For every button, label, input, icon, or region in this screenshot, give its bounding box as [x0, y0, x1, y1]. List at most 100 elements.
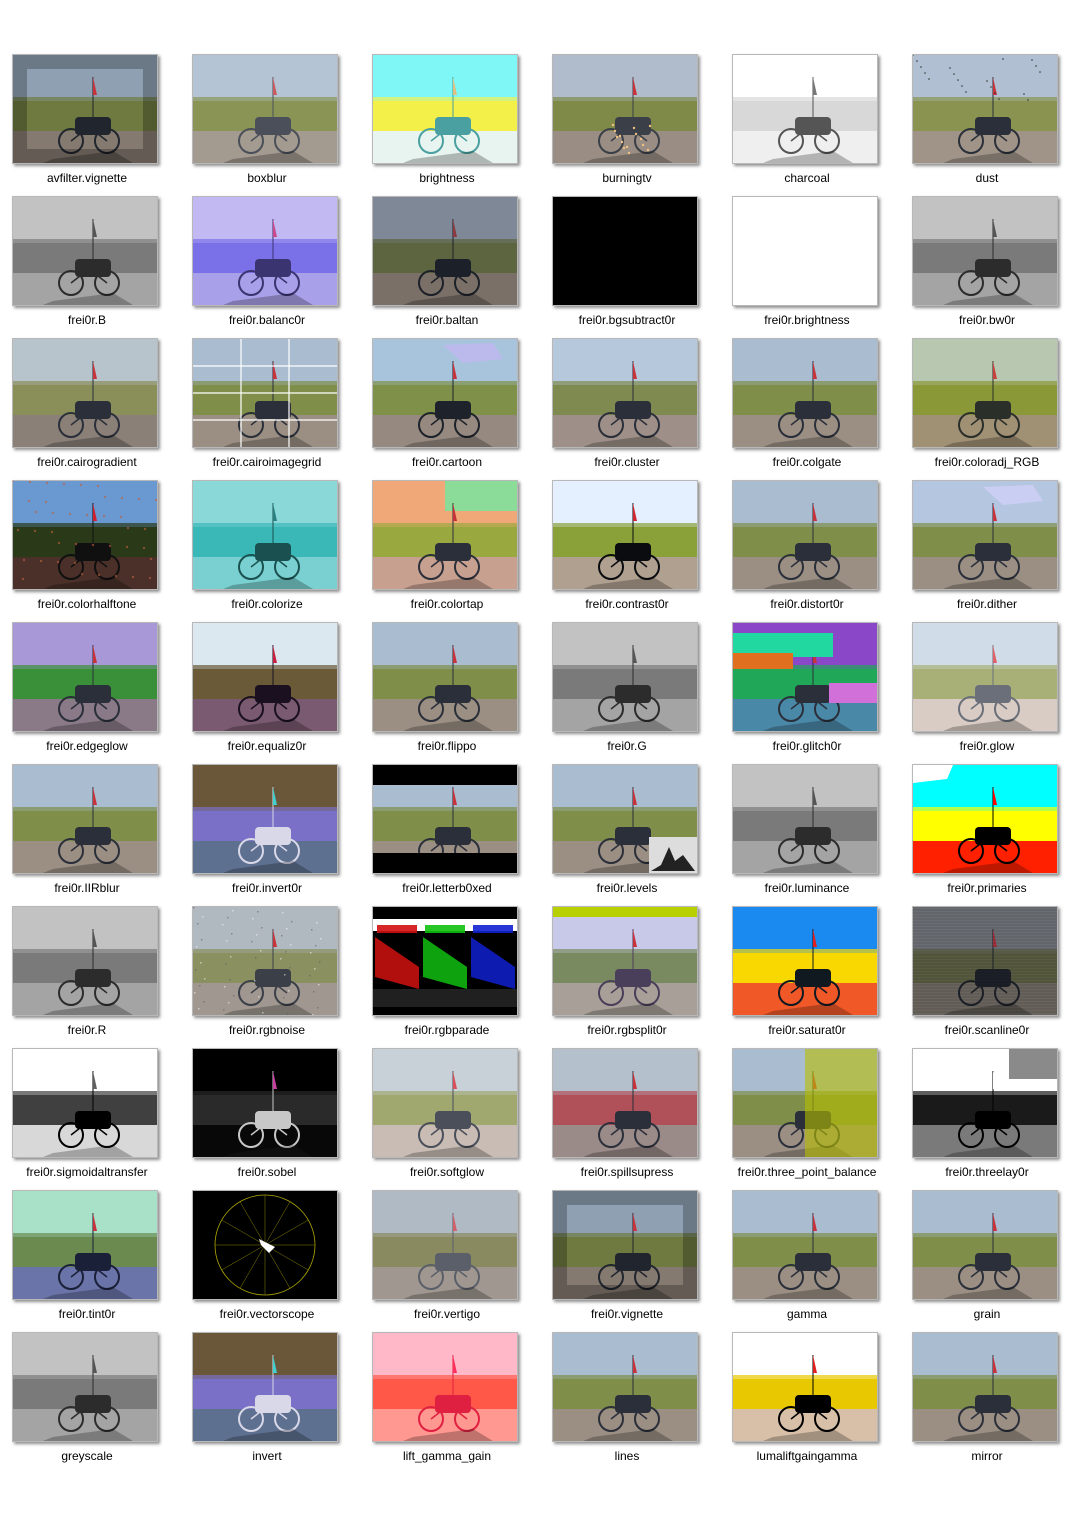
file-tile[interactable]: frei0r.sigmoidaltransfer — [0, 1046, 180, 1188]
file-name-label: frei0r.R — [67, 1023, 107, 1037]
thumbnail-image — [192, 622, 338, 732]
bike-bags — [795, 401, 831, 419]
file-tile[interactable]: frei0r.luminance — [720, 762, 900, 904]
thumbnail-image — [12, 1332, 158, 1442]
file-tile[interactable]: frei0r.three_point_balance — [720, 1046, 900, 1188]
halftone-dot — [102, 514, 106, 518]
sky — [733, 1333, 877, 1379]
halftone-dot — [56, 560, 60, 564]
spark — [646, 148, 650, 152]
spark — [634, 132, 638, 136]
file-tile[interactable]: frei0r.primaries — [900, 762, 1071, 904]
file-tile[interactable]: frei0r.B — [0, 194, 180, 336]
spark — [618, 134, 622, 138]
thumbnail-image — [372, 480, 518, 590]
file-tile[interactable]: frei0r.invert0r — [180, 762, 360, 904]
file-tile[interactable]: lines — [540, 1330, 720, 1472]
file-tile[interactable]: frei0r.colortap — [360, 478, 540, 620]
file-tile[interactable]: frei0r.distort0r — [720, 478, 900, 620]
file-tile[interactable]: dust — [900, 52, 1071, 194]
file-tile[interactable]: brightness — [360, 52, 540, 194]
file-name-label: frei0r.bgsubtract0r — [578, 313, 676, 327]
file-name-label: frei0r.colorhalftone — [37, 597, 137, 611]
file-tile[interactable]: frei0r.IIRblur — [0, 762, 180, 904]
bike-bags — [435, 1395, 471, 1413]
file-tile[interactable]: frei0r.equaliz0r — [180, 620, 360, 762]
file-tile[interactable]: frei0r.threelay0r — [900, 1046, 1071, 1188]
file-tile[interactable]: frei0r.vignette — [540, 1188, 720, 1330]
file-tile[interactable]: frei0r.rgbparade — [360, 904, 540, 1046]
halftone-dot — [85, 513, 89, 517]
file-tile[interactable]: burningtv — [540, 52, 720, 194]
file-tile[interactable]: frei0r.colorize — [180, 478, 360, 620]
file-tile[interactable]: boxblur — [180, 52, 360, 194]
file-name-label: frei0r.invert0r — [231, 881, 303, 895]
halftone-dot — [119, 515, 123, 519]
file-tile[interactable]: frei0r.baltan — [360, 194, 540, 336]
halftone-dot — [149, 557, 153, 561]
file-tile[interactable]: frei0r.sobel — [180, 1046, 360, 1188]
file-tile[interactable]: frei0r.coloradj_RGB — [900, 336, 1071, 478]
sky — [193, 765, 337, 811]
file-tile[interactable]: mirror — [900, 1330, 1071, 1472]
bike-bags — [975, 543, 1011, 561]
file-name-label: frei0r.bw0r — [958, 313, 1016, 327]
file-tile[interactable]: grain — [900, 1188, 1071, 1330]
file-tile[interactable]: frei0r.R — [0, 904, 180, 1046]
file-tile[interactable]: greyscale — [0, 1330, 180, 1472]
file-tile[interactable]: gamma — [720, 1188, 900, 1330]
file-tile[interactable]: frei0r.edgeglow — [0, 620, 180, 762]
file-tile[interactable]: frei0r.vertigo — [360, 1188, 540, 1330]
file-tile[interactable]: frei0r.glitch0r — [720, 620, 900, 762]
halftone-dot — [45, 481, 49, 485]
bike-bags — [615, 685, 651, 703]
file-tile[interactable]: frei0r.tint0r — [0, 1188, 180, 1330]
file-tile[interactable]: frei0r.cairoimagegrid — [180, 336, 360, 478]
noise-dot — [253, 1003, 255, 1005]
noise-dot — [280, 958, 282, 960]
noise-dot — [233, 995, 235, 997]
noise-dot — [288, 990, 290, 992]
file-tile[interactable]: frei0r.cartoon — [360, 336, 540, 478]
file-tile[interactable]: lumaliftgaingamma — [720, 1330, 900, 1472]
file-tile[interactable]: avfilter.vignette — [0, 52, 180, 194]
thumbnail-image — [732, 1332, 878, 1442]
file-name-label: frei0r.primaries — [947, 881, 1027, 895]
file-tile[interactable]: frei0r.cairogradient — [0, 336, 180, 478]
file-tile[interactable]: lift_gamma_gain — [360, 1330, 540, 1472]
sky — [733, 765, 877, 811]
halftone-dot — [57, 541, 61, 545]
file-tile[interactable]: frei0r.vectorscope — [180, 1188, 360, 1330]
file-tile[interactable]: frei0r.contrast0r — [540, 478, 720, 620]
file-name-label: frei0r.equaliz0r — [227, 739, 307, 753]
file-tile[interactable]: frei0r.bgsubtract0r — [540, 194, 720, 336]
file-tile[interactable]: frei0r.brightness — [720, 194, 900, 336]
file-name-label: gamma — [786, 1307, 827, 1321]
noise-dot — [287, 1013, 289, 1015]
file-tile[interactable]: frei0r.flippo — [360, 620, 540, 762]
file-tile[interactable]: charcoal — [720, 52, 900, 194]
noise-dot — [200, 962, 202, 964]
file-tile[interactable]: invert — [180, 1330, 360, 1472]
file-tile[interactable]: frei0r.rgbnoise — [180, 904, 360, 1046]
file-tile[interactable]: frei0r.glow — [900, 620, 1071, 762]
file-tile[interactable]: frei0r.colgate — [720, 336, 900, 478]
file-tile[interactable]: frei0r.balanc0r — [180, 194, 360, 336]
noise-dot — [312, 1014, 314, 1015]
file-tile[interactable]: frei0r.letterb0xed — [360, 762, 540, 904]
file-tile[interactable]: frei0r.levels — [540, 762, 720, 904]
thumbnail-image — [12, 622, 158, 732]
file-tile[interactable]: frei0r.scanline0r — [900, 904, 1071, 1046]
file-tile[interactable]: frei0r.spillsupress — [540, 1046, 720, 1188]
file-name-label: lumaliftgaingamma — [756, 1449, 858, 1463]
letterbox-bar — [373, 853, 517, 873]
file-tile[interactable]: frei0r.dither — [900, 478, 1071, 620]
file-tile[interactable]: frei0r.softglow — [360, 1046, 540, 1188]
file-tile[interactable]: frei0r.bw0r — [900, 194, 1071, 336]
file-tile[interactable]: frei0r.G — [540, 620, 720, 762]
file-tile[interactable]: frei0r.rgbsplit0r — [540, 904, 720, 1046]
file-tile[interactable]: frei0r.colorhalftone — [0, 478, 180, 620]
file-tile[interactable]: frei0r.cluster — [540, 336, 720, 478]
file-tile[interactable]: frei0r.saturat0r — [720, 904, 900, 1046]
noise-dot — [226, 940, 228, 942]
